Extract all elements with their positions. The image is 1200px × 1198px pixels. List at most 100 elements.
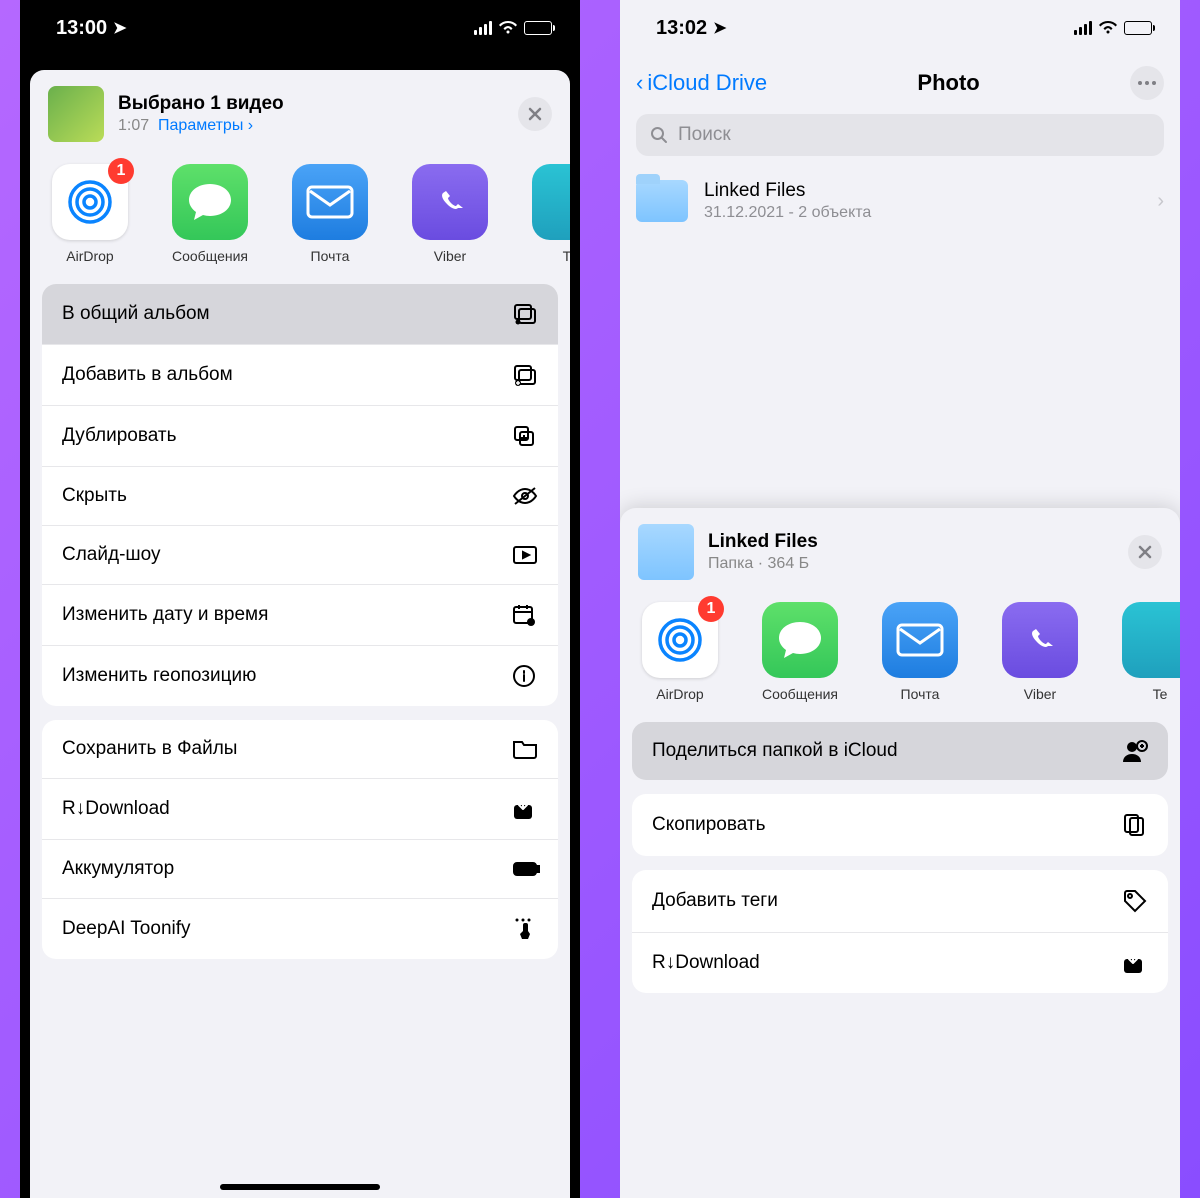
viber-icon — [412, 164, 488, 240]
action-label: Скрыть — [62, 485, 127, 507]
action-group-2: Сохранить в Файлы R↓Download Аккумулятор De… — [42, 720, 558, 959]
share-sheet: Выбрано 1 видео 1:07 Параметры › 1 AirDr… — [30, 70, 570, 1198]
mail-icon — [882, 602, 958, 678]
more-button[interactable] — [1130, 66, 1164, 100]
app-viber[interactable]: Viber — [992, 602, 1088, 702]
home-indicator — [220, 1184, 380, 1190]
action-r-download[interactable]: R↓Download — [632, 933, 1168, 993]
action-скрыть[interactable]: Скрыть — [42, 467, 558, 526]
action-label: Аккумулятор — [62, 858, 174, 880]
page-title: Photo — [779, 70, 1118, 96]
options-link[interactable]: Параметры — [158, 117, 243, 134]
download-icon — [512, 797, 538, 821]
status-bar: 13:02 ➤ — [620, 0, 1180, 56]
action-добавить-теги[interactable]: Добавить теги — [632, 870, 1168, 933]
action-group-1: Поделиться папкой в iCloud — [632, 722, 1168, 780]
action-в-общий-альбом[interactable]: В общий альбом — [42, 284, 558, 345]
action-слайд-шоу[interactable]: Слайд-шоу — [42, 526, 558, 585]
action-group-1: В общий альбом Добавить в альбом Дублирова… — [42, 284, 558, 706]
signal-icon — [1074, 21, 1092, 35]
badge: 1 — [698, 596, 724, 622]
duplicate-icon — [512, 424, 538, 448]
action-label: Поделиться папкой в iCloud — [652, 740, 898, 762]
app-messages[interactable]: Сообщения — [752, 602, 848, 702]
messages-icon — [762, 602, 838, 678]
file-list: Linked Files 31.12.2021 - 2 объекта › — [620, 168, 1180, 234]
sheet-header: Linked Files Папка · 364 Б — [620, 508, 1180, 592]
back-button[interactable]: ‹ iCloud Drive — [636, 70, 767, 96]
action-label: Скопировать — [652, 814, 765, 836]
airdrop-icon: 1 — [52, 164, 128, 240]
app-airdrop[interactable]: 1 AirDrop — [42, 164, 138, 264]
partial-app-icon — [1122, 602, 1180, 678]
airdrop-icon: 1 — [642, 602, 718, 678]
action-изменить-дату-и-время[interactable]: Изменить дату и время — [42, 585, 558, 646]
wifi-icon — [1098, 21, 1118, 35]
action-изменить-геопозицию[interactable]: Изменить геопозицию — [42, 646, 558, 706]
right-phone: 13:02 ➤ ‹ iCloud Drive Photo Пои — [620, 0, 1180, 1198]
action-label: Дублировать — [62, 425, 177, 447]
action-r-download[interactable]: R↓Download — [42, 779, 558, 840]
shared-album-icon — [512, 302, 538, 326]
app-airdrop[interactable]: 1 AirDrop — [632, 602, 728, 702]
folder-icon — [636, 180, 688, 222]
person-add-icon — [1122, 740, 1148, 762]
action-label: R↓Download — [62, 798, 170, 820]
video-thumbnail — [48, 86, 104, 142]
add-album-icon — [512, 363, 538, 387]
folder-icon — [512, 738, 538, 760]
app-partial[interactable]: Te — [1112, 602, 1180, 702]
partial-app-icon — [532, 164, 570, 240]
action-поделиться-папкой-в-icloud[interactable]: Поделиться папкой в iCloud — [632, 722, 1168, 780]
action-label: DeepAI Toonify — [62, 918, 191, 940]
battery-icon — [524, 21, 552, 35]
action-group-2: Скопировать — [632, 794, 1168, 856]
touch-icon — [512, 917, 538, 941]
app-mail[interactable]: Почта — [282, 164, 378, 264]
action-deepai-toonify[interactable]: DeepAI Toonify — [42, 899, 558, 959]
close-button[interactable] — [518, 97, 552, 131]
action-добавить-в-альбом[interactable]: Добавить в альбом — [42, 345, 558, 406]
wifi-icon — [498, 21, 518, 35]
sheet-header: Выбрано 1 видео 1:07 Параметры › — [30, 70, 570, 154]
signal-icon — [474, 21, 492, 35]
action-label: R↓Download — [652, 952, 760, 974]
info-icon — [512, 664, 538, 688]
action-дублировать[interactable]: Дублировать — [42, 406, 558, 467]
file-row[interactable]: Linked Files 31.12.2021 - 2 объекта › — [636, 168, 1164, 234]
app-messages[interactable]: Сообщения — [162, 164, 258, 264]
action-аккумулятор[interactable]: Аккумулятор — [42, 840, 558, 899]
close-button[interactable] — [1128, 535, 1162, 569]
calendar-icon — [512, 603, 538, 627]
action-скопировать[interactable]: Скопировать — [632, 794, 1168, 856]
action-label: В общий альбом — [62, 303, 210, 325]
viber-icon — [1002, 602, 1078, 678]
status-time: 13:00 — [56, 17, 107, 40]
action-label: Добавить в альбом — [62, 364, 233, 386]
search-icon — [650, 126, 668, 144]
app-mail[interactable]: Почта — [872, 602, 968, 702]
action-label: Изменить дату и время — [62, 604, 268, 626]
sheet-subtitle: 1:07 Параметры › — [118, 117, 284, 135]
location-icon: ➤ — [713, 18, 726, 38]
share-apps-row[interactable]: 1 AirDrop Сообщения Почта Vibe — [30, 154, 570, 270]
sheet-title: Linked Files — [708, 531, 818, 553]
chevron-right-icon: › — [248, 117, 253, 134]
copy-icon — [1122, 812, 1148, 838]
status-bar: 13:00 ➤ — [20, 0, 580, 56]
tag-icon — [1122, 888, 1148, 914]
hide-icon — [512, 486, 538, 506]
app-partial[interactable]: Te — [522, 164, 570, 264]
battery-icon — [1124, 21, 1152, 35]
messages-icon — [172, 164, 248, 240]
location-icon: ➤ — [113, 18, 126, 38]
chevron-right-icon: › — [1157, 190, 1164, 213]
action-сохранить-в-файлы[interactable]: Сохранить в Файлы — [42, 720, 558, 779]
mail-icon — [292, 164, 368, 240]
search-input[interactable]: Поиск — [636, 114, 1164, 156]
folder-thumbnail — [638, 524, 694, 580]
share-apps-row[interactable]: 1 AirDrop Сообщения Почта Vibe — [620, 592, 1180, 708]
app-viber[interactable]: Viber — [402, 164, 498, 264]
action-group-3: Добавить теги R↓Download — [632, 870, 1168, 993]
download-icon — [1122, 951, 1148, 975]
